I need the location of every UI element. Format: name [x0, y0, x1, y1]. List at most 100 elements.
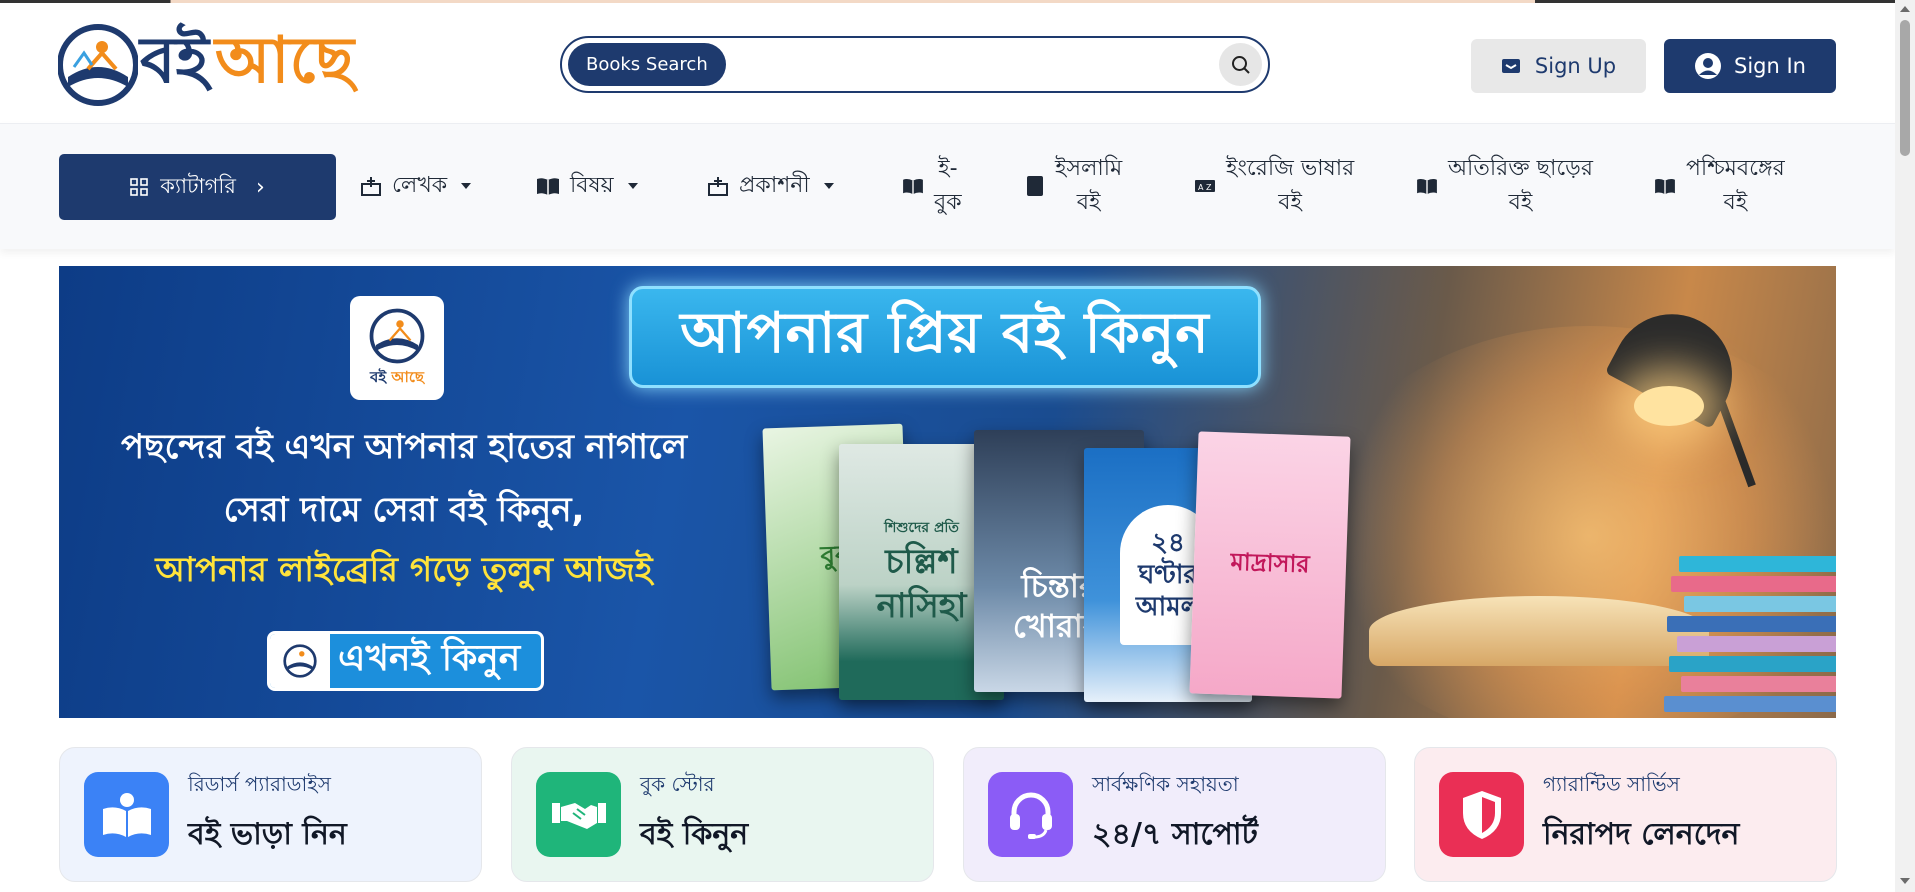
- language-icon: A Z: [1195, 180, 1215, 192]
- book-open-icon: [1655, 178, 1675, 195]
- nav-item-label-line1: ইসলামি: [1055, 156, 1123, 181]
- page-scrollbar[interactable]: [1895, 0, 1915, 892]
- book-title: চল্লিশ নাসিহা: [876, 542, 967, 626]
- nav-item-english[interactable]: A Z ইংরেজি ভাষার বই: [1194, 152, 1354, 220]
- nav-item-label-line2: বুক: [934, 190, 962, 215]
- stack-book: [1677, 636, 1836, 652]
- card-subtitle: গ্যারান্টিড সার্ভিস: [1543, 772, 1680, 796]
- banner-cta-button[interactable]: এখনই কিনুন: [267, 631, 544, 691]
- open-book: [1369, 596, 1709, 666]
- svg-text:Z: Z: [1206, 183, 1212, 192]
- nav-item-label: লেখক: [392, 173, 448, 198]
- stack-book: [1681, 676, 1836, 692]
- nav-item-label-line1: ইংরেজি ভাষার: [1226, 156, 1355, 181]
- card-icon-box: [988, 772, 1073, 857]
- signup-button[interactable]: Sign Up: [1471, 39, 1646, 93]
- feature-card-rent[interactable]: রিডার্স প্যারাডাইস বই ভাড়া নিন: [59, 747, 482, 882]
- site-header: বইআছে Books Search Sign Up Sign In: [0, 3, 1895, 123]
- writer-icon: [361, 177, 381, 196]
- card-icon-box: [536, 772, 621, 857]
- feature-card-support[interactable]: সার্বক্ষণিক সহায়তা ২৪/৭ সাপোর্ট: [963, 747, 1386, 882]
- nav-item-label: অতিরিক্ত ছাড়ের বই: [1448, 152, 1593, 220]
- card-title: বই ভাড়া নিন: [188, 817, 347, 852]
- site-logo[interactable]: বইআছে: [58, 17, 358, 113]
- nav-item-westbengal[interactable]: পশ্চিমবঙ্গের বই: [1654, 152, 1785, 220]
- nav-item-label: ইংরেজি ভাষার বই: [1226, 152, 1354, 220]
- nav-item-label: বিষয়: [570, 173, 614, 198]
- card-title: ২৪/৭ সাপোর্ট: [1092, 817, 1258, 852]
- shield-icon: [1462, 790, 1501, 839]
- scroll-down-icon[interactable]: [1900, 878, 1910, 884]
- stack-book: [1664, 696, 1836, 712]
- nav-item-ebook[interactable]: ই- বুক: [902, 152, 962, 220]
- banner-headline: আপনার প্রিয় বই কিনুন: [629, 286, 1261, 388]
- headset-icon: [1009, 792, 1052, 839]
- grid-icon: [130, 178, 149, 196]
- nav-item-subject[interactable]: বিষয়: [536, 169, 638, 203]
- logo-emblem-icon: [369, 308, 425, 363]
- nav-item-label-line2: বই: [1508, 190, 1533, 215]
- banner-line-1: পছন্দের বই এখন আপনার হাতের নাগালে: [120, 427, 688, 467]
- card-subtitle: রিডার্স প্যারাডাইস: [188, 772, 331, 796]
- caret-down-icon: [461, 183, 472, 189]
- nav-item-label: ইসলামি বই: [1055, 152, 1122, 220]
- nav-item-label: প্রকাশনী: [739, 173, 810, 198]
- stack-book: [1679, 556, 1836, 572]
- search-input[interactable]: [732, 46, 1172, 84]
- banner-logo-part1: বই: [369, 367, 387, 386]
- feature-card-secure[interactable]: গ্যারান্টিড সার্ভিস নিরাপদ লেনদেন: [1414, 747, 1837, 882]
- nav-item-label-line1: ই-: [938, 156, 958, 181]
- hero-banner[interactable]: বই আছে আপনার প্রিয় বই কিনুন পছন্দের বই …: [59, 266, 1836, 718]
- logo-emblem-icon: [58, 24, 138, 106]
- book-open-icon: [1417, 178, 1437, 195]
- nav-item-discount[interactable]: অতিরিক্ত ছাড়ের বই: [1416, 152, 1593, 220]
- signin-label: Sign In: [1734, 54, 1806, 78]
- banner-line-3: আপনার লাইব্রেরি গড়ে তুলুন আজই: [155, 550, 653, 590]
- card-subtitle: সার্বক্ষণিক সহায়তা: [1092, 772, 1239, 796]
- nav-item-label: ই- বুক: [934, 152, 962, 220]
- feature-card-store[interactable]: বুক স্টোর বই কিনুন: [511, 747, 934, 882]
- chevron-right-icon: ›: [255, 174, 265, 200]
- quran-icon: [1027, 176, 1043, 196]
- banner-logo: বই আছে: [350, 296, 444, 400]
- search-button[interactable]: [1219, 43, 1262, 86]
- inbox-icon: [1501, 59, 1520, 73]
- card-icon-box: [1439, 772, 1524, 857]
- scroll-up-icon[interactable]: [1900, 6, 1910, 12]
- stack-book: [1667, 616, 1836, 632]
- signin-button[interactable]: Sign In: [1664, 39, 1836, 93]
- reader-icon: [102, 792, 151, 837]
- main-nav: ক্যাটাগরি › লেখক বিষয় প্রকাশনী ই- বুক ই…: [0, 123, 1895, 249]
- category-label: ক্যাটাগরি: [160, 173, 236, 198]
- card-title: বই কিনুন: [640, 817, 749, 852]
- svg-text:A: A: [1198, 183, 1204, 192]
- category-button[interactable]: ক্যাটাগরি ›: [59, 154, 336, 220]
- nav-item-label-line1: পশ্চিমবঙ্গের: [1686, 156, 1785, 181]
- handshake-icon: [551, 802, 606, 829]
- search-bar: Books Search: [560, 36, 1270, 93]
- nav-item-islamic[interactable]: ইসলামি বই: [1025, 152, 1122, 220]
- book-subtitle: শিশুদের প্রতি: [884, 520, 959, 536]
- nav-item-publisher[interactable]: প্রকাশনী: [707, 169, 834, 203]
- banner-logo-text: বই আছে: [370, 366, 424, 391]
- card-title: নিরাপদ লেনদেন: [1543, 817, 1740, 852]
- nav-item-label-line2: বই: [1076, 190, 1101, 215]
- page: বইআছে Books Search Sign Up Sign In ক্যাট…: [0, 0, 1915, 892]
- card-icon-box: [84, 772, 169, 857]
- logo-text-part1: বই: [140, 24, 209, 98]
- lamp-bulb: [1634, 386, 1704, 426]
- scroll-thumb[interactable]: [1900, 20, 1910, 156]
- search-category-pill[interactable]: Books Search: [568, 43, 726, 86]
- stack-book: [1669, 656, 1836, 672]
- banner-line-2: সেরা দামে সেরা বই কিনুন,: [223, 490, 585, 530]
- logo-text-part2: আছে: [214, 24, 355, 98]
- nav-item-label: পশ্চিমবঙ্গের বই: [1686, 152, 1785, 220]
- nav-item-writer[interactable]: লেখক: [360, 169, 472, 203]
- card-subtitle: বুক স্টোর: [640, 772, 715, 796]
- search-icon: [1231, 55, 1250, 74]
- nav-item-label-line2: বই: [1278, 190, 1302, 215]
- stack-book: [1684, 596, 1836, 612]
- logo-text: বইআছে: [140, 23, 354, 99]
- stack-book: [1671, 576, 1836, 592]
- cta-logo-icon: [270, 634, 330, 688]
